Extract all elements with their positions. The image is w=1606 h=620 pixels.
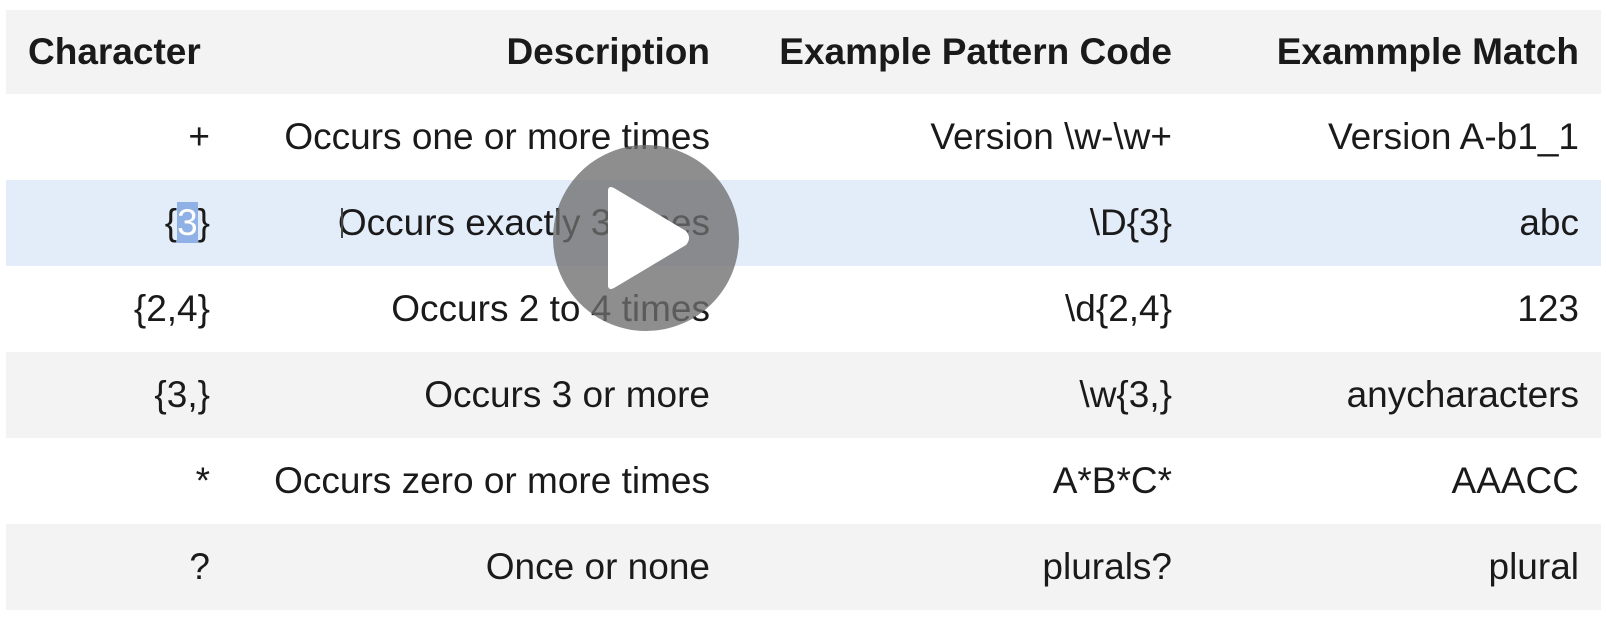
cell-pattern: \d{2,4}	[1064, 288, 1172, 329]
table-row: + Occurs one or more times Version \w-\w…	[6, 94, 1601, 180]
char-suffix: }	[197, 202, 210, 243]
video-frame: Character Description Example Pattern Co…	[0, 0, 1606, 620]
text-selection[interactable]: 3	[177, 202, 198, 243]
table-header-row: Character Description Example Pattern Co…	[6, 10, 1601, 94]
cell-description: Once or none	[485, 546, 710, 587]
cell-character[interactable]: {3}	[6, 180, 232, 266]
char-prefix: {	[164, 202, 178, 243]
header-example-match: Exammple Match	[1276, 31, 1579, 72]
cell-pattern: A*B*C*	[1052, 460, 1172, 501]
header-description: Description	[506, 31, 710, 72]
play-icon	[608, 187, 689, 289]
cell-character: +	[188, 116, 210, 157]
cell-pattern: \w{3,}	[1079, 374, 1172, 415]
cell-pattern: Version \w-\w+	[930, 116, 1172, 157]
cell-character: ?	[189, 546, 210, 587]
table-row: {2,4} Occurs 2 to 4 times \d{2,4} 123	[6, 266, 1601, 352]
table-row: {3,} Occurs 3 or more \w{3,} anycharacte…	[6, 352, 1601, 438]
table-row: ? Once or none plurals? plural	[6, 524, 1601, 610]
cell-match: 123	[1517, 288, 1579, 329]
cell-match: plural	[1488, 546, 1580, 587]
text-cursor	[341, 208, 343, 238]
cell-description: Occurs 3 or more	[424, 374, 710, 415]
cell-match: anycharacters	[1346, 374, 1579, 415]
table-row-selected: {3} Occurs exactly 3 times \D{3} abc	[6, 180, 1601, 266]
header-example-pattern-code: Example Pattern Code	[779, 31, 1172, 72]
cell-match: AAACC	[1451, 460, 1579, 501]
play-button[interactable]	[553, 145, 739, 331]
regex-quantifier-table: Character Description Example Pattern Co…	[6, 10, 1601, 610]
cell-description: Occurs zero or more times	[274, 460, 710, 501]
cell-character: {3,}	[154, 374, 210, 415]
cell-match: abc	[1519, 202, 1579, 243]
cell-match: Version A-b1_1	[1328, 116, 1579, 157]
cell-pattern: plurals?	[1042, 546, 1172, 587]
cell-character: {2,4}	[133, 288, 210, 329]
header-character: Character	[28, 31, 201, 72]
cell-pattern: \D{3}	[1089, 202, 1172, 243]
cell-character: *	[195, 460, 210, 501]
table-row: * Occurs zero or more times A*B*C* AAACC	[6, 438, 1601, 524]
